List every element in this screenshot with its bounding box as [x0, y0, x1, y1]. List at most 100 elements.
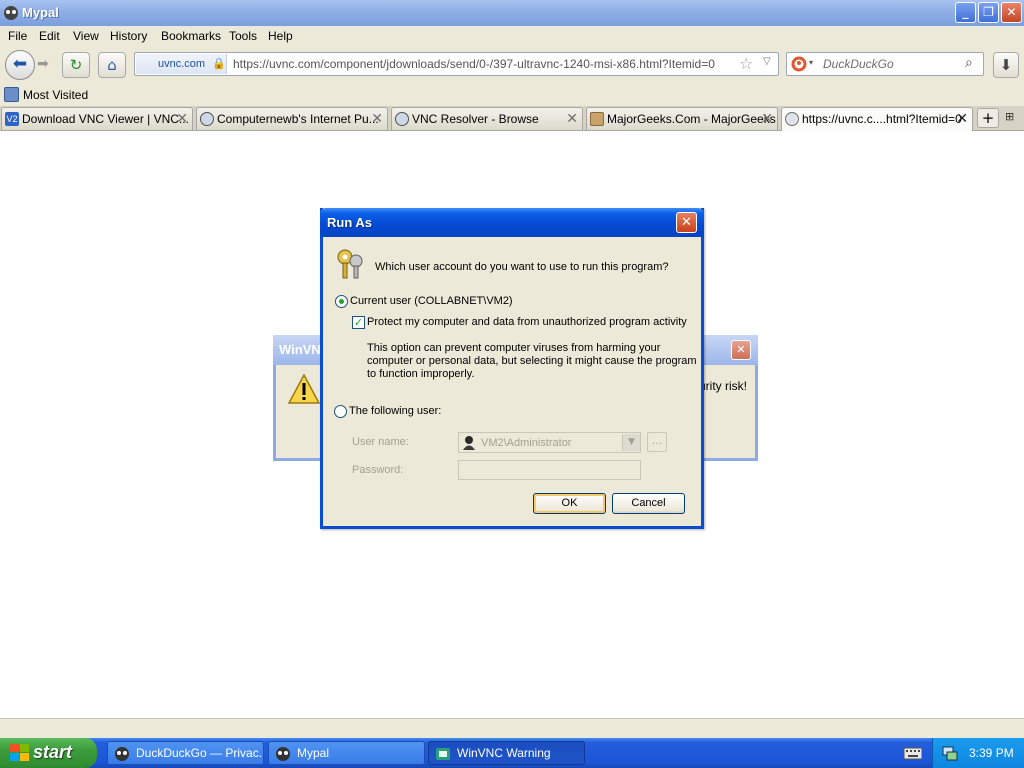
chevron-down-icon[interactable]: ▼	[622, 434, 640, 451]
start-button[interactable]: start	[0, 738, 97, 768]
plus-icon: +	[981, 109, 995, 127]
tab-label: VNC Resolver - Browse	[412, 112, 539, 126]
bookmark-star-icon[interactable]: ☆	[739, 54, 753, 73]
new-tab-button[interactable]: +	[977, 108, 999, 128]
download-arrow-icon: ⬇	[999, 56, 1013, 74]
tab-strip: V2 Download VNC Viewer | VNC... ✕ Comput…	[0, 106, 1024, 131]
tab-uvnc-active[interactable]: https://uvnc.c....html?Itemid=0 ✕	[781, 107, 973, 131]
keys-icon	[337, 249, 363, 279]
menu-edit[interactable]: Edit	[39, 29, 60, 43]
tab-close-icon[interactable]: ✕	[761, 110, 773, 127]
user-name-label: User name:	[352, 436, 409, 448]
taskbar-item-label: DuckDuckGo — Privac...	[136, 746, 264, 760]
protect-description-line-1: This option can prevent computer viruses…	[367, 342, 661, 354]
duckduckgo-icon[interactable]	[791, 56, 807, 72]
protect-label[interactable]: Protect my computer and data from unauth…	[367, 316, 687, 328]
site-identity-label: uvnc.com	[158, 58, 206, 70]
mypal-logo-icon	[4, 6, 18, 20]
back-button[interactable]: ⬅	[5, 50, 35, 80]
taskbar-item-winvnc-warning[interactable]: WinVNC Warning	[428, 741, 585, 765]
globe-icon	[200, 112, 214, 126]
maximize-button[interactable]: ❐	[978, 2, 999, 23]
menu-history[interactable]: History	[110, 29, 147, 43]
tab-close-icon[interactable]: ✕	[371, 110, 383, 127]
menu-tools[interactable]: Tools	[229, 29, 257, 43]
run-as-titlebar[interactable]: Run As ✕	[320, 208, 704, 237]
tab-grid-icon[interactable]: ⊞	[1005, 110, 1014, 123]
menu-bar: File Edit View History Bookmarks Tools H…	[0, 26, 1024, 46]
following-user-radio[interactable]	[334, 405, 347, 418]
tab-computernewb[interactable]: Computernewb's Internet Pu... ✕	[196, 107, 388, 130]
window-titlebar[interactable]: Mypal _ ❐ ✕	[0, 0, 1024, 26]
search-bar[interactable]: ▾ DuckDuckGo ⌕	[786, 52, 984, 76]
most-visited-icon	[4, 87, 19, 102]
tab-label: Download VNC Viewer | VNC...	[22, 112, 189, 126]
winvnc-warning-close-button[interactable]: ✕	[731, 340, 751, 360]
user-icon	[463, 436, 475, 450]
downloads-button[interactable]: ⬇	[993, 52, 1019, 78]
run-as-dialog: Run As ✕ Which user account do you want …	[320, 208, 704, 529]
url-bar[interactable]: uvnc.com 🔒 https://uvnc.com/component/jd…	[134, 52, 779, 76]
search-magnifier-icon[interactable]: ⌕	[965, 55, 973, 71]
following-user-label[interactable]: The following user:	[349, 405, 441, 417]
run-as-close-button[interactable]: ✕	[676, 212, 697, 233]
reload-button[interactable]: ↻	[62, 52, 90, 78]
ok-button[interactable]: OK	[533, 493, 606, 514]
reload-icon: ↻	[69, 56, 83, 74]
url-text[interactable]: https://uvnc.com/component/jdownloads/se…	[233, 57, 715, 71]
most-visited-link[interactable]: Most Visited	[23, 88, 88, 102]
user-name-combobox[interactable]: VM2\Administrator ▼	[458, 432, 641, 453]
mypal-logo-icon	[115, 747, 129, 761]
password-label: Password:	[352, 464, 404, 476]
forward-button[interactable]: ➡	[37, 56, 49, 72]
tab-label: https://uvnc.c....html?Itemid=0	[802, 112, 962, 126]
tab-label: MajorGeeks.Com - MajorGeeks	[607, 112, 776, 126]
tab-majorgeeks[interactable]: MajorGeeks.Com - MajorGeeks ✕	[586, 107, 778, 130]
window-title: Mypal	[22, 5, 59, 20]
warning-icon	[288, 373, 320, 404]
start-label: start	[33, 742, 73, 762]
keyboard-icon[interactable]	[904, 745, 922, 761]
tab-vnc-resolver[interactable]: VNC Resolver - Browse ✕	[391, 107, 583, 130]
close-button[interactable]: ✕	[1001, 2, 1022, 23]
tab-label: Computernewb's Internet Pu...	[217, 112, 379, 126]
menu-help[interactable]: Help	[268, 29, 293, 43]
lock-icon: 🔒	[212, 58, 226, 70]
home-button[interactable]: ⌂	[98, 52, 126, 78]
run-as-title: Run As	[327, 215, 373, 230]
search-input[interactable]: DuckDuckGo	[823, 57, 894, 71]
tab-close-icon[interactable]: ✕	[956, 110, 968, 127]
winvnc-icon	[436, 748, 450, 760]
minimize-button[interactable]: _	[955, 2, 976, 23]
protect-description-line-2: computer or personal data, but selecting…	[367, 355, 697, 367]
cancel-button[interactable]: Cancel	[612, 493, 685, 514]
site-identity-block[interactable]: uvnc.com 🔒	[136, 54, 227, 74]
current-user-label[interactable]: Current user (COLLABNET\VM2)	[350, 295, 513, 307]
tab-close-icon[interactable]: ✕	[176, 110, 188, 127]
tab-close-icon[interactable]: ✕	[566, 110, 578, 127]
windows-flag-icon	[10, 744, 29, 761]
menu-file[interactable]: File	[8, 29, 27, 43]
current-user-radio[interactable]	[335, 295, 348, 308]
browse-users-button[interactable]: ...	[647, 432, 667, 452]
taskbar: start DuckDuckGo — Privac... Mypal WinVN…	[0, 738, 1024, 768]
taskbar-item-mypal[interactable]: Mypal	[268, 741, 425, 765]
system-tray: 3:39 PM	[932, 738, 1024, 768]
tab-download-vnc-viewer[interactable]: V2 Download VNC Viewer | VNC... ✕	[1, 107, 193, 130]
password-field[interactable]	[458, 460, 641, 480]
forward-arrow-icon: ➡	[37, 56, 49, 72]
protect-description-line-3: to function improperly.	[367, 368, 475, 380]
clock[interactable]: 3:39 PM	[969, 746, 1014, 760]
network-icon[interactable]	[942, 745, 958, 761]
close-icon: ✕	[736, 343, 746, 356]
bookmarks-toolbar: Most Visited	[0, 84, 1024, 106]
url-dropdown-icon[interactable]: ▽	[763, 56, 771, 67]
menu-view[interactable]: View	[73, 29, 99, 43]
browser-status-bar	[0, 718, 1024, 739]
menu-bookmarks[interactable]: Bookmarks	[161, 29, 221, 43]
protect-checkbox[interactable]: ✓	[352, 316, 365, 329]
taskbar-item-duckduckgo[interactable]: DuckDuckGo — Privac...	[107, 741, 264, 765]
user-name-value: VM2\Administrator	[481, 437, 572, 449]
vnc-icon: V2	[5, 112, 19, 126]
search-engine-dropdown-icon[interactable]: ▾	[809, 58, 813, 67]
